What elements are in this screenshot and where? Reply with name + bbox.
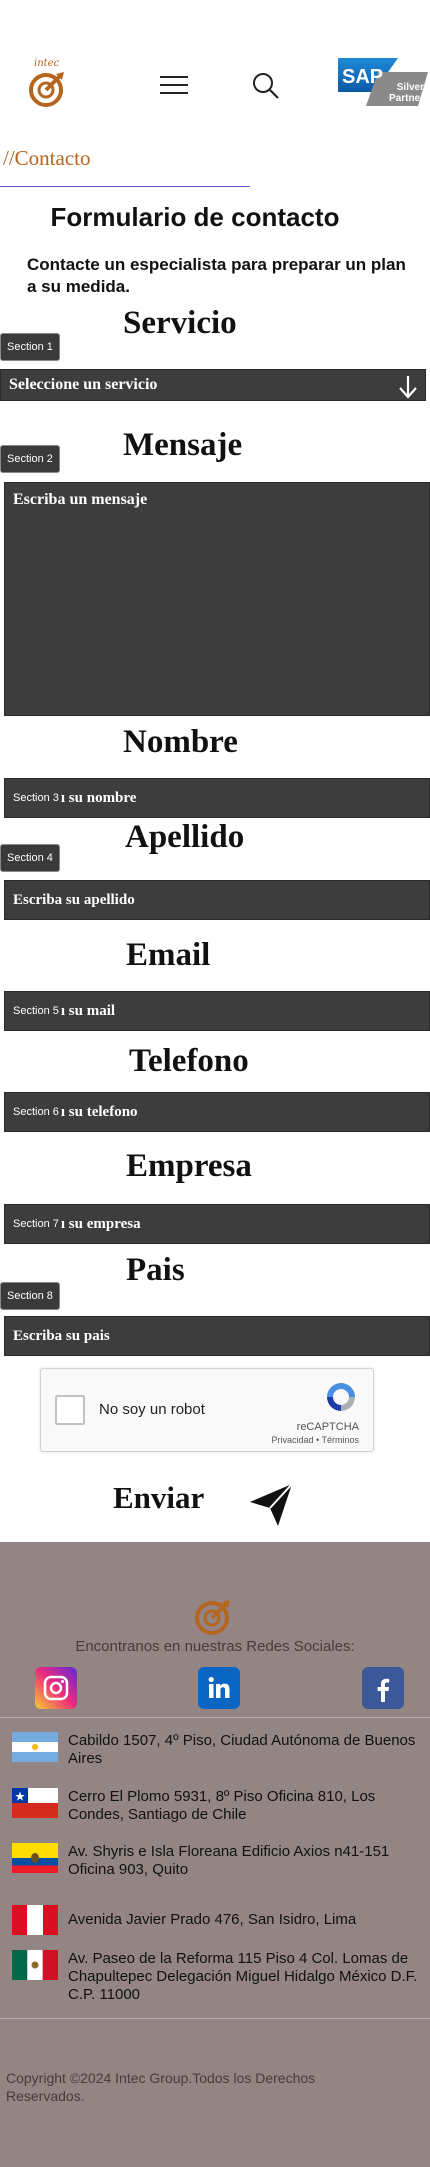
telefono-input[interactable]: Section 6 ı su telefono bbox=[4, 1092, 430, 1132]
ecuador-flag-icon bbox=[12, 1843, 58, 1873]
section-tag: Section 1 bbox=[0, 333, 60, 361]
copyright: Copyright ©2024 Intec Group.Todos los De… bbox=[6, 2070, 316, 2104]
office-argentina: Cabildo 1507, 4º Piso, Ciudad Autónoma d… bbox=[12, 1732, 428, 1768]
search-icon[interactable] bbox=[252, 72, 280, 100]
page: intec SAP Silver Partner //Contacto Form… bbox=[0, 0, 430, 2167]
facebook-icon[interactable] bbox=[362, 1667, 404, 1709]
logo-text: intec bbox=[34, 58, 60, 69]
office-ecuador: Av. Shyris e Isla Floreana Edificio Axio… bbox=[12, 1843, 428, 1879]
servicio-select-value: Seleccione un servicio bbox=[9, 376, 158, 393]
section-tag: Section 6 bbox=[13, 1106, 59, 1118]
pais-label: Pais bbox=[126, 1252, 185, 1288]
pais-placeholder: Escriba su pais bbox=[13, 1327, 110, 1344]
section-tag: Section 7 bbox=[13, 1218, 59, 1230]
apellido-input[interactable]: Escriba su apellido bbox=[4, 880, 430, 920]
office-peru: Avenida Javier Prado 476, San Isidro, Li… bbox=[12, 1905, 428, 1935]
servicio-label: Servicio bbox=[123, 305, 237, 341]
footer-divider bbox=[0, 2018, 430, 2019]
section-tag: Section 8 bbox=[0, 1282, 60, 1310]
telefono-label: Telefono bbox=[129, 1043, 249, 1079]
breadcrumb-underline bbox=[0, 186, 250, 187]
recaptcha-icon bbox=[327, 1383, 355, 1411]
office-address: Cabildo 1507, 4º Piso, Ciudad Autónoma d… bbox=[68, 1732, 416, 1767]
empresa-label: Empresa bbox=[126, 1148, 252, 1184]
mexico-flag-icon bbox=[12, 1950, 58, 1980]
section-tag: Section 5 bbox=[13, 1005, 59, 1017]
linkedin-icon[interactable] bbox=[198, 1667, 240, 1709]
sap-text: SAP bbox=[342, 66, 383, 88]
chile-flag-icon bbox=[12, 1788, 58, 1818]
email-placeholder: ı su mail bbox=[60, 1002, 116, 1019]
office-address: Av. Shyris e Isla Floreana Edificio Axio… bbox=[68, 1843, 390, 1878]
svg-text:Partner: Partner bbox=[389, 93, 424, 104]
section-tag: Section 2 bbox=[0, 445, 60, 473]
instagram-icon[interactable] bbox=[35, 1667, 77, 1709]
send-icon[interactable] bbox=[248, 1482, 294, 1528]
mensaje-textarea[interactable]: Escriba un mensaje bbox=[4, 482, 430, 716]
nombre-placeholder: ı su nombre bbox=[60, 789, 137, 806]
office-address: Av. Paseo de la Reforma 115 Piso 4 Col. … bbox=[68, 1950, 418, 2003]
office-chile: Cerro El Plomo 5931, 8º Piso Oficina 810… bbox=[12, 1788, 428, 1824]
form-subtitle: Contacte un especialista para preparar u… bbox=[27, 255, 406, 296]
telefono-placeholder: ı su telefono bbox=[60, 1103, 138, 1120]
empresa-input[interactable]: Section 7 ı su empresa bbox=[4, 1204, 430, 1244]
form-title: Formulario de contacto bbox=[50, 202, 340, 232]
target-icon bbox=[29, 72, 64, 107]
argentina-flag-icon bbox=[12, 1732, 58, 1762]
svg-text:Silver: Silver bbox=[397, 82, 424, 93]
social-title: Encontranos en nuestras Redes Sociales: bbox=[75, 1638, 355, 1655]
recaptcha-links[interactable]: Privacidad • Términos bbox=[271, 1435, 359, 1445]
apellido-label: Apellido bbox=[125, 819, 245, 855]
arrow-down-icon bbox=[399, 376, 417, 399]
footer-divider bbox=[0, 1717, 430, 1718]
pais-input[interactable]: Escriba su pais bbox=[4, 1316, 430, 1356]
recaptcha-brand: reCAPTCHA bbox=[296, 1421, 359, 1433]
office-mexico: Av. Paseo de la Reforma 115 Piso 4 Col. … bbox=[12, 1950, 428, 2004]
nombre-input[interactable]: Section 3 ı su nombre bbox=[4, 778, 430, 818]
sap-silver-partner-logo[interactable]: SAP Silver Partner bbox=[338, 58, 428, 106]
section-tag: Section 3 bbox=[13, 792, 59, 804]
apellido-placeholder: Escriba su apellido bbox=[13, 891, 135, 908]
mensaje-placeholder: Escriba un mensaje bbox=[13, 491, 148, 508]
section-tag: Section 4 bbox=[0, 844, 60, 872]
breadcrumb[interactable]: //Contacto bbox=[3, 146, 91, 171]
peru-flag-icon bbox=[12, 1905, 58, 1935]
email-label: Email bbox=[126, 937, 211, 973]
empresa-placeholder: ı su empresa bbox=[60, 1215, 141, 1232]
site-footer: Encontranos en nuestras Redes Sociales: bbox=[0, 1542, 430, 2167]
recaptcha-label: No soy un robot bbox=[99, 1401, 205, 1418]
recaptcha-checkbox[interactable] bbox=[55, 1395, 85, 1425]
office-address: Avenida Javier Prado 476, San Isidro, Li… bbox=[68, 1911, 357, 1928]
menu-icon[interactable] bbox=[160, 76, 188, 98]
mensaje-label: Mensaje bbox=[123, 427, 243, 463]
site-header: intec SAP Silver Partner bbox=[0, 0, 430, 145]
intec-logo[interactable]: intec bbox=[28, 58, 68, 108]
recaptcha-widget: No soy un robot reCAPTCHA Privacidad • T… bbox=[40, 1368, 374, 1452]
footer-target-icon bbox=[195, 1600, 230, 1635]
submit-button[interactable]: Enviar bbox=[113, 1480, 204, 1516]
email-input[interactable]: Section 5 ı su mail bbox=[4, 991, 430, 1031]
servicio-select[interactable]: Seleccione un servicio bbox=[0, 369, 426, 401]
office-address: Cerro El Plomo 5931, 8º Piso Oficina 810… bbox=[68, 1788, 376, 1823]
nombre-label: Nombre bbox=[123, 724, 238, 760]
